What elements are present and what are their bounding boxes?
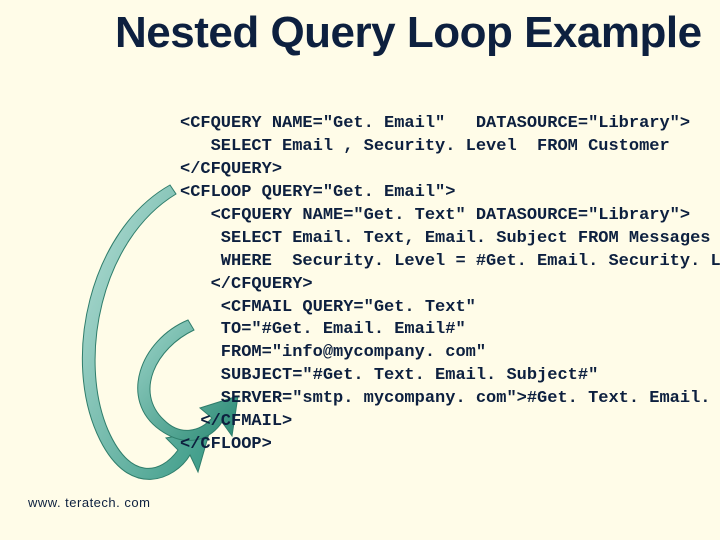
slide: Nested Query Loop Example <CFQUERY NAME=… [0,0,720,540]
footer-url: www. teratech. com [28,495,150,510]
code-block: <CFQUERY NAME="Get. Email" DATASOURCE="L… [180,113,720,457]
slide-title: Nested Query Loop Example [115,12,702,54]
